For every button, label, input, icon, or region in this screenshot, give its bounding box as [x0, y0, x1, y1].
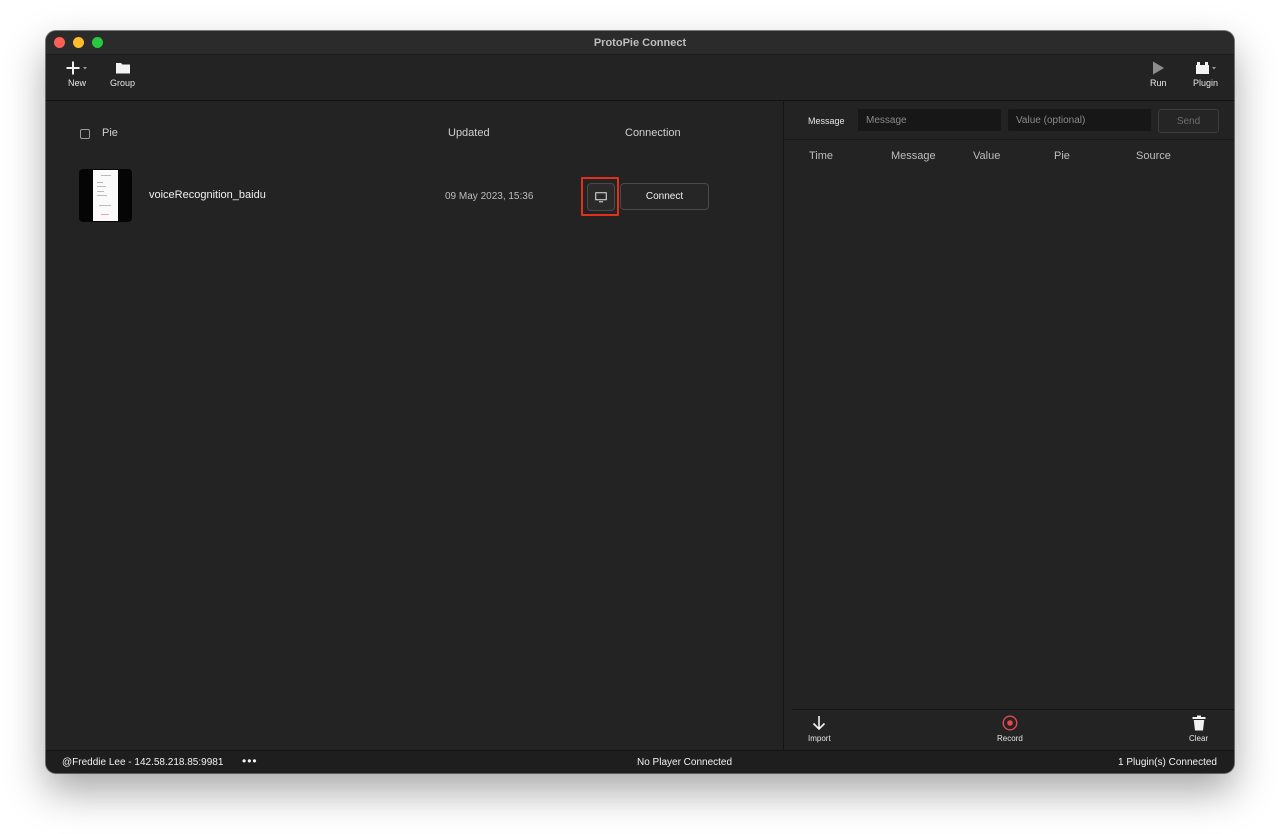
folder-icon [115, 63, 130, 74]
play-icon [1153, 61, 1165, 75]
import-label: Import [808, 734, 831, 743]
column-header-updated[interactable]: Updated [448, 127, 490, 139]
pie-list-pane: Pie Updated Connection voiceRecognition_… [46, 101, 783, 750]
new-label: New [67, 78, 86, 88]
monitor-icon [595, 191, 607, 202]
more-options-icon[interactable]: ••• [242, 754, 258, 768]
message-log-pane: Message Send Time Message Value Pie Sour… [784, 101, 1234, 750]
arrow-down-icon [813, 716, 826, 731]
maximize-window-button[interactable] [92, 37, 103, 48]
user-server-info: @Freddie Lee - 142.58.218.85:9981 [62, 757, 224, 768]
log-column-pie: Pie [1054, 150, 1070, 162]
pie-thumbnail-screen [93, 170, 118, 221]
title-bar: ProtoPie Connect [46, 31, 1234, 55]
pie-name[interactable]: voiceRecognition_baidu [149, 189, 266, 201]
group-label: Group [110, 78, 136, 88]
plugin-label: Plugin [1193, 78, 1219, 88]
import-button[interactable]: Import [808, 715, 831, 743]
plugin-status: 1 Plugin(s) Connected [1118, 757, 1217, 768]
toolbar: New Group Run Plugin [46, 55, 1234, 101]
send-button[interactable]: Send [1158, 109, 1219, 133]
log-column-source: Source [1136, 150, 1171, 162]
window-title: ProtoPie Connect [593, 36, 687, 49]
open-in-browser-button[interactable] [587, 183, 615, 211]
record-label: Record [997, 734, 1023, 743]
plugin-icon [1195, 62, 1216, 74]
record-button[interactable]: Record [997, 715, 1023, 743]
pie-updated-date: 09 May 2023, 15:36 [445, 191, 534, 202]
clear-button[interactable]: Clear [1189, 715, 1208, 743]
run-label: Run [1150, 78, 1167, 88]
close-window-button[interactable] [54, 37, 65, 48]
record-icon [1002, 715, 1018, 731]
select-all-checkbox[interactable] [80, 129, 90, 139]
log-column-message: Message [891, 150, 936, 162]
column-header-connection: Connection [625, 127, 681, 139]
app-window: ProtoPie Connect New Group Run Plugin Pi… [46, 31, 1234, 773]
separator [784, 139, 1234, 140]
log-actions-bar: Import Record Clear [792, 709, 1234, 750]
trash-icon [1192, 715, 1206, 731]
group-button[interactable]: Group [110, 61, 135, 88]
status-bar: @Freddie Lee - 142.58.218.85:9981 ••• No… [46, 750, 1234, 773]
value-input[interactable] [1008, 109, 1151, 131]
connect-button[interactable]: Connect [620, 183, 709, 210]
run-button[interactable]: Run [1150, 61, 1167, 88]
window-controls [54, 37, 103, 48]
minimize-window-button[interactable] [73, 37, 84, 48]
player-status: No Player Connected [637, 757, 733, 768]
column-header-pie[interactable]: Pie [102, 127, 118, 139]
pie-thumbnail[interactable] [79, 169, 132, 222]
message-input[interactable] [858, 109, 1001, 131]
message-label: Message [808, 116, 845, 126]
clear-label: Clear [1189, 734, 1209, 743]
log-column-value: Value [973, 150, 1001, 162]
log-column-time: Time [809, 150, 834, 162]
plugin-button[interactable]: Plugin [1193, 61, 1218, 88]
plus-icon [66, 61, 87, 75]
new-button[interactable]: New [66, 61, 88, 88]
